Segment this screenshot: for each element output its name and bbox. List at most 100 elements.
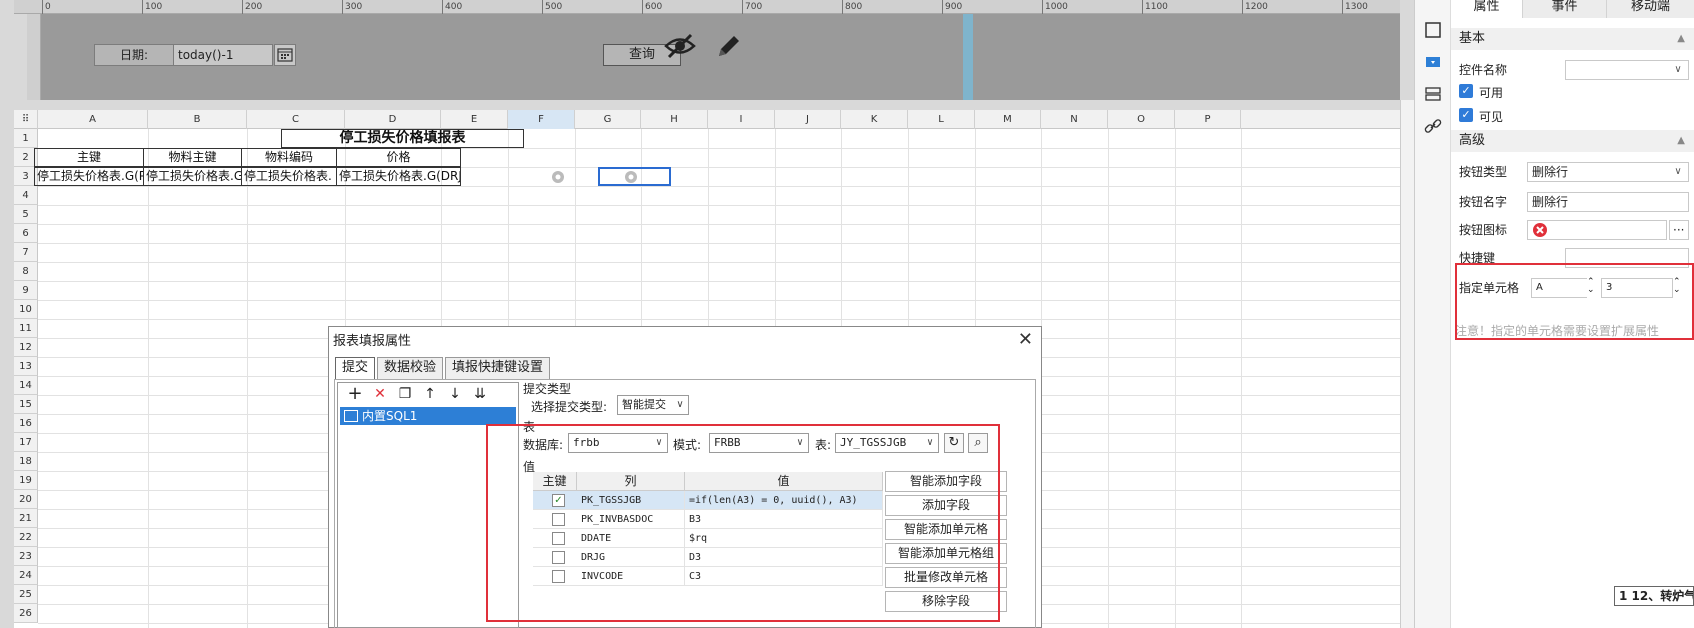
- section-basic[interactable]: 基本 ▲: [1451, 28, 1694, 50]
- row-header-19[interactable]: 19: [14, 471, 38, 490]
- widget-icon[interactable]: [1423, 52, 1443, 72]
- chevron-down-icon[interactable]: ∨: [1670, 61, 1686, 79]
- tab-events[interactable]: 事件: [1523, 0, 1607, 18]
- tab-mobile[interactable]: 移动端: [1607, 0, 1694, 18]
- data-cell-d3[interactable]: 停工损失价格表.G(DRJG: [336, 167, 461, 186]
- column-header-e[interactable]: E: [441, 110, 508, 129]
- data-cell-b3[interactable]: 停工损失价格表.G(: [143, 167, 242, 186]
- chevron-down-icon[interactable]: ∨: [1670, 163, 1686, 181]
- visible-checkbox[interactable]: ✓: [1459, 108, 1473, 122]
- section-advanced[interactable]: 高级 ▲: [1451, 130, 1694, 152]
- calendar-icon[interactable]: [274, 44, 296, 66]
- add-icon[interactable]: +: [344, 384, 366, 404]
- control-name-label: 控件名称: [1459, 63, 1508, 77]
- button-name-input[interactable]: 删除行: [1527, 192, 1689, 212]
- tab-submit[interactable]: 提交: [335, 357, 376, 379]
- column-header-b[interactable]: B: [148, 110, 247, 129]
- tree-item-sql1[interactable]: 内置SQL1: [340, 407, 516, 425]
- tab-data-validation[interactable]: 数据校验: [377, 357, 444, 379]
- row-header-20[interactable]: 20: [14, 490, 38, 509]
- column-header-c[interactable]: C: [247, 110, 345, 129]
- column-header-o[interactable]: O: [1108, 110, 1175, 129]
- row-header-4[interactable]: 4: [14, 186, 38, 205]
- sheet-tab-chip[interactable]: 1 12、转炉气: [1614, 586, 1694, 606]
- panel-resize-handle[interactable]: [963, 14, 973, 100]
- column-header-g[interactable]: G: [575, 110, 641, 129]
- enabled-checkbox[interactable]: ✓: [1459, 84, 1473, 98]
- row-header-17[interactable]: 17: [14, 433, 38, 452]
- header-cell-key[interactable]: 主键: [34, 148, 144, 167]
- row-header-21[interactable]: 21: [14, 509, 38, 528]
- select-type-label: 选择提交类型:: [531, 400, 608, 414]
- row-header-1[interactable]: 1: [14, 129, 38, 148]
- more-button[interactable]: ···: [1669, 220, 1689, 240]
- row-header-12[interactable]: 12: [14, 338, 38, 357]
- row-header-16[interactable]: 16: [14, 414, 38, 433]
- row-header-24[interactable]: 24: [14, 566, 38, 585]
- copy-icon[interactable]: ❐: [394, 384, 416, 404]
- button-type-select[interactable]: 删除行 ∨: [1527, 162, 1689, 182]
- row-header-10[interactable]: 10: [14, 300, 38, 319]
- eye-off-icon[interactable]: [663, 32, 697, 63]
- header-cell-material-key[interactable]: 物料主键: [143, 148, 242, 167]
- collapse-icon[interactable]: ▲: [1677, 130, 1685, 152]
- row-header-18[interactable]: 18: [14, 452, 38, 471]
- move-down-icon[interactable]: ↓: [444, 384, 466, 404]
- button-icon-field[interactable]: [1527, 220, 1667, 240]
- column-header-l[interactable]: L: [908, 110, 975, 129]
- row-header-8[interactable]: 8: [14, 262, 38, 281]
- row-header-14[interactable]: 14: [14, 376, 38, 395]
- sort-icon[interactable]: ⇊: [469, 384, 491, 404]
- row-header-25[interactable]: 25: [14, 585, 38, 604]
- date-input[interactable]: today()-1: [173, 44, 273, 66]
- column-header-i[interactable]: I: [708, 110, 775, 129]
- data-cell-a3[interactable]: 停工损失价格表.G(P: [34, 167, 144, 186]
- row-header-23[interactable]: 23: [14, 547, 38, 566]
- row-header-9[interactable]: 9: [14, 281, 38, 300]
- gear-icon[interactable]: [623, 169, 639, 188]
- column-header-d[interactable]: D: [345, 110, 441, 129]
- row-header-5[interactable]: 5: [14, 205, 38, 224]
- control-name-input[interactable]: ∨: [1565, 60, 1689, 80]
- row-header-26[interactable]: 26: [14, 604, 38, 623]
- row-header-7[interactable]: 7: [14, 243, 38, 262]
- vertical-scrollbar[interactable]: [1400, 100, 1414, 628]
- row-header-11[interactable]: 11: [14, 319, 38, 338]
- report-title-cell[interactable]: 停工损失价格填报表: [281, 129, 524, 148]
- section-basic-label: 基本: [1459, 31, 1486, 46]
- close-icon[interactable]: ✕: [1018, 329, 1033, 350]
- row-header-6[interactable]: 6: [14, 224, 38, 243]
- column-header-p[interactable]: P: [1175, 110, 1241, 129]
- tab-attributes[interactable]: 属性: [1451, 0, 1523, 18]
- ruler-label: 500: [545, 2, 563, 12]
- select-all-corner[interactable]: ⠿: [14, 110, 38, 129]
- submit-type-select[interactable]: 智能提交 ∨: [617, 395, 689, 415]
- row-header-22[interactable]: 22: [14, 528, 38, 547]
- frame-icon[interactable]: [1423, 20, 1443, 40]
- layers-icon[interactable]: [1423, 84, 1443, 104]
- move-up-icon[interactable]: ↑: [419, 384, 441, 404]
- tree-item-label: 内置SQL1: [362, 409, 418, 423]
- column-header-k[interactable]: K: [841, 110, 908, 129]
- side-toolbar: [1414, 0, 1450, 628]
- grid-line: [1108, 129, 1109, 628]
- tab-fill-hotkeys[interactable]: 填报快捷键设置: [445, 357, 551, 379]
- column-header-n[interactable]: N: [1041, 110, 1108, 129]
- dialog-title: 报表填报属性: [333, 334, 412, 349]
- link-icon[interactable]: [1423, 116, 1443, 136]
- row-header-13[interactable]: 13: [14, 357, 38, 376]
- row-header-15[interactable]: 15: [14, 395, 38, 414]
- collapse-icon[interactable]: ▲: [1677, 28, 1685, 50]
- column-header-f[interactable]: F: [508, 110, 575, 129]
- header-cell-material-code[interactable]: 物料编码: [241, 148, 337, 167]
- data-cell-c3[interactable]: 停工损失价格表.: [241, 167, 337, 186]
- header-cell-price[interactable]: 价格: [336, 148, 461, 167]
- column-header-m[interactable]: M: [975, 110, 1041, 129]
- gear-icon[interactable]: [550, 169, 566, 188]
- column-header-j[interactable]: J: [775, 110, 841, 129]
- column-header-a[interactable]: A: [38, 110, 148, 129]
- pencil-icon[interactable]: [714, 31, 744, 64]
- chevron-down-icon[interactable]: ∨: [672, 396, 688, 414]
- delete-icon[interactable]: ✕: [369, 384, 391, 404]
- column-header-h[interactable]: H: [641, 110, 708, 129]
